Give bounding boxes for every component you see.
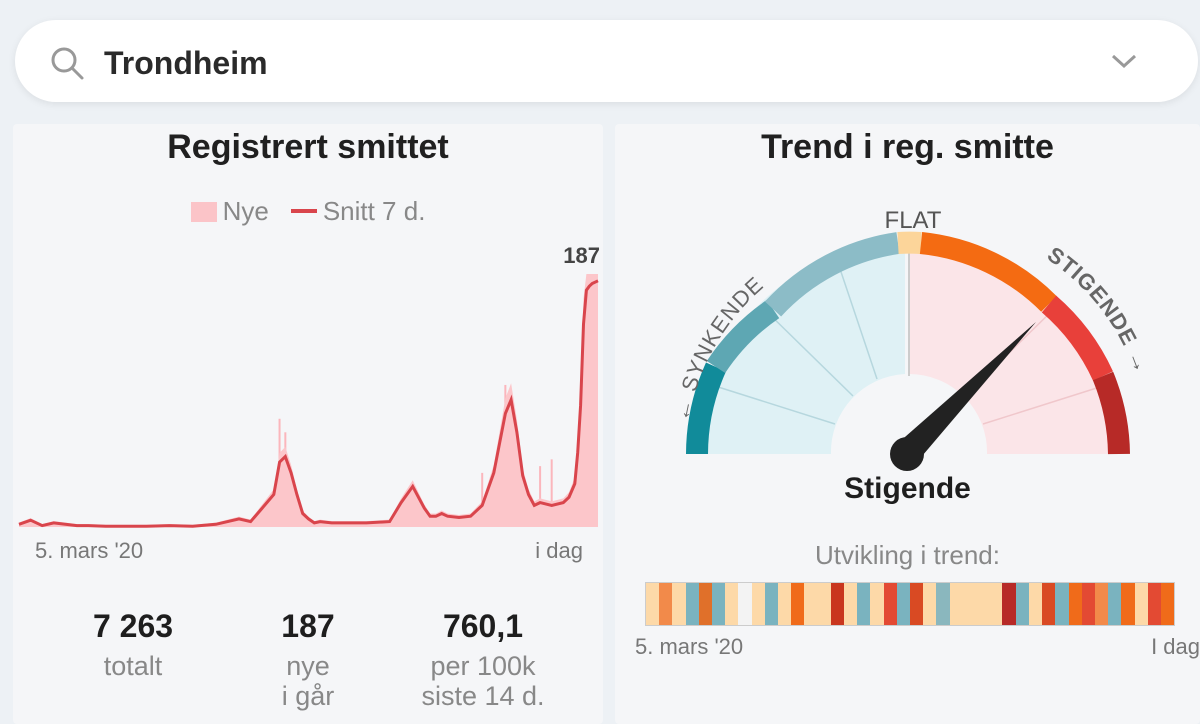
trend-strip-segment xyxy=(910,583,923,625)
stat-total-value: 7 263 xyxy=(43,608,223,645)
chart-peak-label: 187 xyxy=(563,243,600,268)
trend-strip-title: Utvikling i trend: xyxy=(615,540,1200,571)
search-icon xyxy=(50,46,86,82)
trend-strip-segment xyxy=(791,583,804,625)
trend-strip-segment xyxy=(712,583,725,625)
trend-strip-segment xyxy=(1002,583,1015,625)
trend-strip-segment xyxy=(752,583,765,625)
trend-strip-segment xyxy=(765,583,778,625)
trend-strip-segment xyxy=(976,583,989,625)
search-input[interactable]: Trondheim xyxy=(104,43,268,83)
trend-strip-segment xyxy=(1121,583,1134,625)
trend-strip-segment xyxy=(699,583,712,625)
trend-strip-segment xyxy=(870,583,883,625)
trend-strip-segment xyxy=(1042,583,1055,625)
trend-strip-segment xyxy=(686,583,699,625)
trend-strip-segment xyxy=(1029,583,1042,625)
stat-per100k: 760,1 per 100k siste 14 d. xyxy=(393,608,573,711)
trend-strip-segment xyxy=(963,583,976,625)
trend-strip-segment xyxy=(844,583,857,625)
cases-chart: 187 xyxy=(13,124,603,544)
stat-new-sublabel: i går xyxy=(218,681,398,711)
cases-card: Registrert smittet NyeSnitt 7 d. 187 5. … xyxy=(13,124,603,724)
trend-strip-segment xyxy=(1016,583,1029,625)
trend-strip-segment xyxy=(989,583,1002,625)
stat-total: 7 263 totalt xyxy=(43,608,223,681)
trend-strip-segment xyxy=(1055,583,1068,625)
trend-strip-segment xyxy=(778,583,791,625)
trend-status: Stigende xyxy=(615,472,1200,506)
trend-strip-segment xyxy=(804,583,817,625)
stat-new-value: 187 xyxy=(218,608,398,645)
trend-strip-segment xyxy=(738,583,751,625)
trend-strip-segment xyxy=(1095,583,1108,625)
trend-strip-segment xyxy=(831,583,844,625)
trend-strip-start: 5. mars '20 xyxy=(635,634,743,660)
chevron-down-icon[interactable] xyxy=(1110,52,1138,70)
trend-strip-segment xyxy=(936,583,949,625)
trend-strip-segment xyxy=(950,583,963,625)
trend-strip-segment xyxy=(857,583,870,625)
trend-strip-segment xyxy=(672,583,685,625)
stat-per100k-label: per 100k xyxy=(393,651,573,681)
trend-strip-segment xyxy=(646,583,659,625)
stat-total-label: totalt xyxy=(43,651,223,681)
trend-strip-segment xyxy=(897,583,910,625)
trend-strip-segment xyxy=(1148,583,1161,625)
trend-strip-segment xyxy=(725,583,738,625)
x-axis-start-label: 5. mars '20 xyxy=(35,538,143,564)
trend-strip-segment xyxy=(1108,583,1121,625)
trend-strip-end: I dag xyxy=(1151,634,1200,660)
chart-bars xyxy=(279,274,597,527)
trend-strip-segment xyxy=(818,583,831,625)
trend-card: Trend i reg. smitte ← SYNKENDE xyxy=(615,124,1200,724)
trend-gauge: ← SYNKENDE FLAT STIGENDE → xyxy=(615,124,1200,524)
stat-per100k-value: 760,1 xyxy=(393,608,573,645)
trend-strip-segment xyxy=(1135,583,1148,625)
stat-per100k-sublabel: siste 14 d. xyxy=(393,681,573,711)
trend-strip-segment xyxy=(659,583,672,625)
trend-strip-segment xyxy=(923,583,936,625)
trend-strip-segment xyxy=(1069,583,1082,625)
stat-new-label: nye xyxy=(218,651,398,681)
x-axis-end-label: i dag xyxy=(535,538,583,564)
gauge-label-top: FLAT xyxy=(885,207,942,234)
trend-strip xyxy=(645,582,1175,626)
trend-strip-segment xyxy=(1082,583,1095,625)
trend-strip-segment xyxy=(1161,583,1174,625)
trend-strip-segment xyxy=(884,583,897,625)
stat-new: 187 nye i går xyxy=(218,608,398,711)
